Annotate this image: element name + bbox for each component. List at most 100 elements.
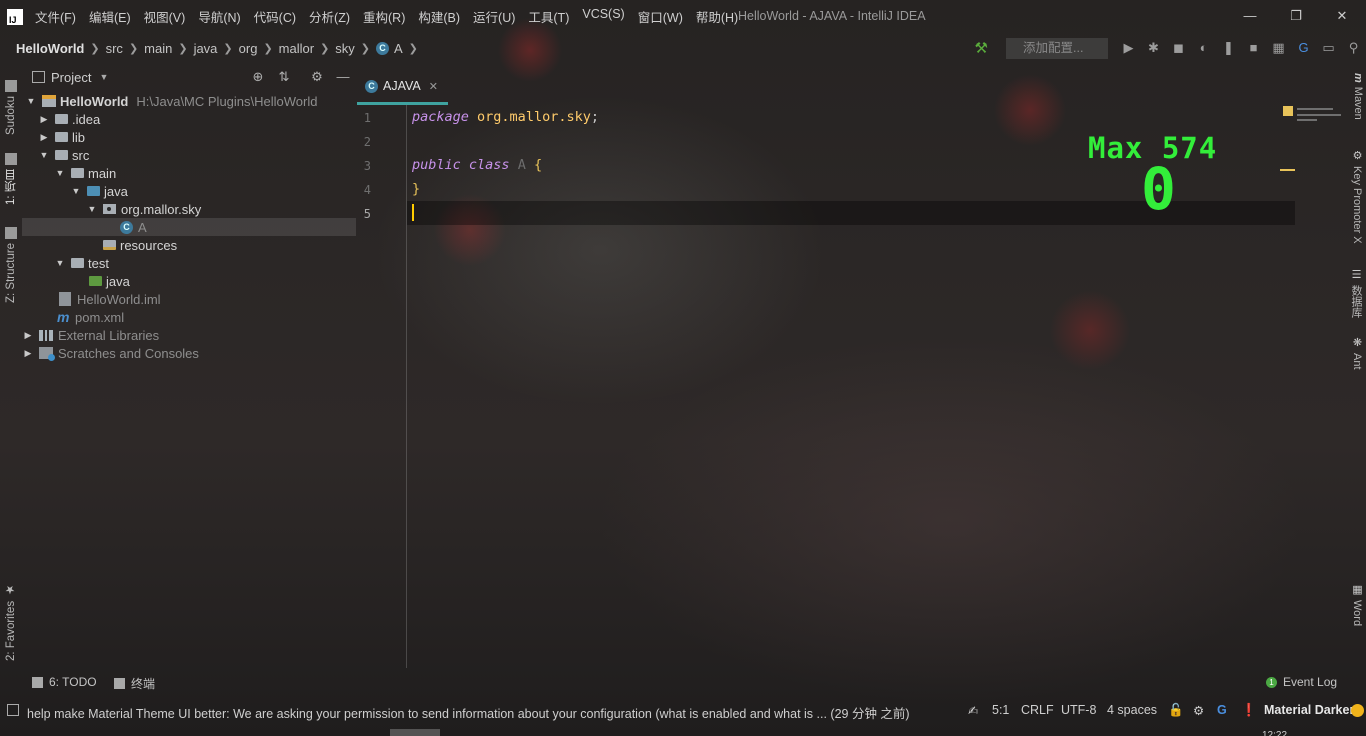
run-icon[interactable]: ▶ [1118,37,1140,59]
profile-icon[interactable]: ◐ [1193,37,1215,59]
tree-node-src[interactable]: ▼ src [22,146,356,164]
tree-node-external-libraries[interactable]: ▶ External Libraries [22,326,356,344]
collapsed-arrow-icon[interactable]: ▶ [23,348,33,359]
tree-node-scratches[interactable]: ▶ Scratches and Consoles [22,344,356,362]
collapsed-arrow-icon[interactable]: ▶ [23,330,33,341]
debug-icon[interactable]: ✱ [1143,37,1165,59]
error-icon[interactable]: ❗ [1241,703,1257,718]
menu-refactor[interactable]: 重构(R) [363,7,405,26]
tree-node-lib[interactable]: ▶ lib [22,128,356,146]
error-stripe-mark[interactable] [1280,169,1295,171]
collapse-all-icon[interactable]: ⇅ [275,68,293,86]
left-tool-stripe: Sudoku 1: 项目 Z: Structure 2: Favorites ★ [0,63,22,668]
menu-navigate[interactable]: 导航(N) [198,7,240,26]
structure-tab-label: Z: Structure [5,242,17,303]
gear-icon[interactable]: ⚙ [308,68,326,86]
key-promoter-tab[interactable]: ⚙ Key Promoter X [1348,149,1364,244]
toggle-tool-windows-icon[interactable] [7,704,19,716]
tree-node-project[interactable]: ▼ HelloWorld H:\Java\MC Plugins\HelloWorld [22,92,356,110]
lock-icon[interactable]: 🔓 [1168,703,1184,718]
google-icon[interactable]: G [1217,703,1227,717]
file-encoding[interactable]: UTF-8 [1061,703,1096,717]
expanded-arrow-icon[interactable]: ▼ [55,258,65,268]
inspection-status-icon[interactable] [1283,106,1293,116]
project-tab[interactable]: 1: 项目 [2,151,20,205]
menu-vcs[interactable]: VCS(S) [582,7,624,26]
search-icon[interactable]: ⚲ [1343,37,1365,59]
ant-tab[interactable]: ❋ Ant [1348,336,1364,370]
code-minimap[interactable] [1295,105,1345,125]
resume-icon[interactable]: ❚ [1218,37,1240,59]
build-hammer-icon[interactable]: ⚒ [975,39,988,57]
menu-file[interactable]: 文件(F) [35,7,76,26]
word-tab[interactable]: ▦ Word [1348,583,1364,626]
tree-node-test-java[interactable]: java [22,272,356,290]
expanded-arrow-icon[interactable]: ▼ [39,150,49,160]
favorites-tab[interactable]: 2: Favorites ★ [2,581,20,661]
stop-icon[interactable]: ■ [1243,37,1265,59]
terminal-tab[interactable]: 终端 [114,675,155,692]
tree-node-test[interactable]: ▼ test [22,254,356,272]
breadcrumb-mallor[interactable]: mallor [279,41,314,56]
tree-node-class-a[interactable]: CA [22,218,356,236]
breadcrumb-sky[interactable]: sky [335,41,355,56]
project-panel-title[interactable]: Project [51,70,91,85]
menu-tools[interactable]: 工具(T) [528,7,569,26]
tree-node-idea[interactable]: ▶ .idea [22,110,356,128]
collapsed-arrow-icon[interactable]: ▶ [39,114,49,125]
expanded-arrow-icon[interactable]: ▼ [26,96,36,106]
expanded-arrow-icon[interactable]: ▼ [71,186,81,196]
horizontal-scrollbar[interactable] [390,729,440,736]
inspector-icon[interactable]: ⚙ [1193,703,1204,718]
menu-window[interactable]: 窗口(W) [638,7,683,26]
indent-setting[interactable]: 4 spaces [1107,703,1157,717]
menu-code[interactable]: 代码(C) [254,7,296,26]
breadcrumb-src[interactable]: src [106,41,123,56]
expanded-arrow-icon[interactable]: ▼ [87,204,97,214]
minimize-button[interactable]: — [1240,6,1260,26]
add-configuration-button[interactable]: 添加配置... [1006,37,1108,59]
breadcrumb-project[interactable]: HelloWorld [16,41,84,56]
tree-node-package[interactable]: ▼ org.mallor.sky [22,200,356,218]
hide-panel-icon[interactable]: — [334,68,352,86]
tree-node-pom[interactable]: m pom.xml [22,308,356,326]
tree-node-iml[interactable]: HelloWorld.iml [22,290,356,308]
restore-button[interactable]: ❐ [1286,6,1306,26]
project-structure-icon[interactable]: ▦ [1268,37,1290,59]
menu-help[interactable]: 帮助(H) [696,7,738,26]
coverage-icon[interactable]: ◼ [1168,37,1190,59]
status-message[interactable]: help make Material Theme UI better: We a… [27,703,910,722]
tab-ajava[interactable]: C AJAVA ✕ [357,70,448,105]
collapsed-arrow-icon[interactable]: ▶ [39,132,49,143]
line-separator[interactable]: CRLF [1021,703,1054,717]
maven-tab[interactable]: m Maven [1348,73,1364,120]
close-tab-icon[interactable]: ✕ [429,80,438,93]
breadcrumb-main[interactable]: main [144,41,172,56]
breadcrumb-org[interactable]: org [239,41,258,56]
event-log-tab[interactable]: 1 Event Log [1266,675,1337,689]
breadcrumb-java[interactable]: java [194,41,218,56]
expanded-arrow-icon[interactable]: ▼ [55,168,65,178]
menu-build[interactable]: 构建(B) [418,7,460,26]
sudoku-tab[interactable]: Sudoku [2,71,20,135]
tree-node-main[interactable]: ▼ main [22,164,356,182]
toolwindow-icon[interactable]: ▭ [1318,37,1340,59]
theme-name[interactable]: Material Darker [1264,703,1354,717]
tree-node-resources[interactable]: resources [22,236,356,254]
menu-edit[interactable]: 编辑(E) [89,7,131,26]
menu-analyze[interactable]: 分析(Z) [309,7,350,26]
tree-node-main-java[interactable]: ▼ java [22,182,356,200]
locate-icon[interactable]: ⊕ [249,68,267,86]
close-window-button[interactable]: ✕ [1332,6,1352,26]
translate-icon[interactable]: G [1293,37,1315,59]
database-tab[interactable]: ☰ 数据库 [1348,268,1364,318]
breadcrumb-class[interactable]: A [394,41,403,56]
vim-icon[interactable]: ✍ [968,703,978,718]
caret-position[interactable]: 5:1 [992,703,1009,717]
chevron-down-icon[interactable]: ▼ [99,72,108,82]
menu-run[interactable]: 运行(U) [473,7,515,26]
menu-view[interactable]: 视图(V) [144,7,186,26]
theme-indicator-icon[interactable] [1351,704,1364,717]
structure-tab[interactable]: Z: Structure [2,223,20,303]
todo-tab[interactable]: 6: TODO [32,675,97,689]
